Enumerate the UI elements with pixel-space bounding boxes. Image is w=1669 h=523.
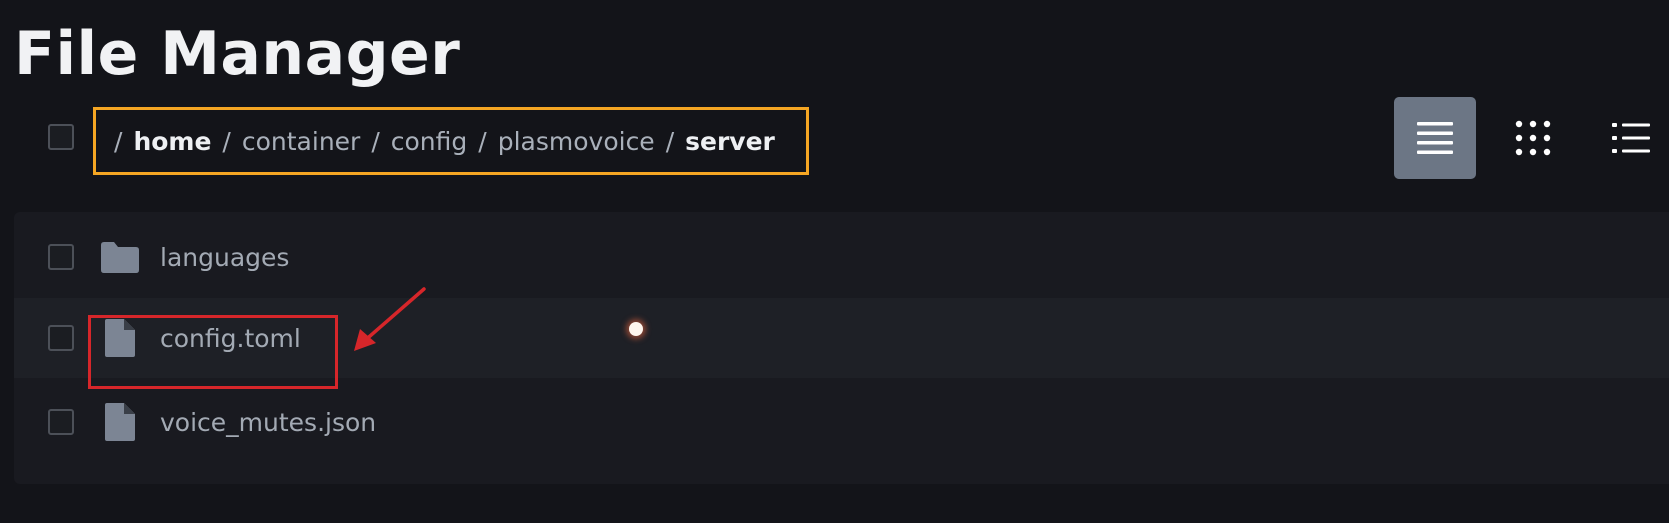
file-icon (98, 318, 142, 358)
file-row-voice-mutes-json[interactable]: voice_mutes.json (14, 382, 1669, 462)
breadcrumb-separator: / (371, 126, 380, 156)
breadcrumb-home[interactable]: home (133, 127, 211, 156)
bullet-list-view-button[interactable] (1590, 97, 1669, 179)
grid-view-button[interactable] (1492, 97, 1574, 179)
breadcrumb: / home / container / config / plasmovoic… (93, 107, 809, 175)
file-row-config-toml[interactable]: config.toml (14, 298, 1669, 378)
list-view-icon (1417, 122, 1453, 154)
row-checkbox[interactable] (48, 409, 74, 435)
breadcrumb-plasmovoice[interactable]: plasmovoice (498, 127, 655, 156)
page-title: File Manager (14, 19, 461, 89)
file-icon (98, 402, 142, 442)
file-row-languages[interactable]: languages (14, 217, 1669, 297)
breadcrumb-separator: / (114, 126, 123, 156)
view-mode-toggles (1394, 97, 1669, 179)
bullet-list-view-icon (1612, 123, 1650, 153)
folder-icon (98, 240, 142, 274)
breadcrumb-container[interactable]: container (242, 127, 360, 156)
file-list: languages config.toml voice_mutes.json (14, 212, 1669, 484)
file-name[interactable]: config.toml (160, 324, 301, 353)
file-name[interactable]: voice_mutes.json (160, 408, 376, 437)
mouse-cursor (629, 322, 643, 336)
row-checkbox[interactable] (48, 244, 74, 270)
file-name[interactable]: languages (160, 243, 289, 272)
list-view-button[interactable] (1394, 97, 1476, 179)
select-all-checkbox[interactable] (48, 124, 74, 150)
file-manager-page: File Manager / home / container / config… (0, 0, 1669, 523)
breadcrumb-config[interactable]: config (391, 127, 468, 156)
breadcrumb-server: server (685, 126, 775, 156)
breadcrumb-separator: / (478, 126, 487, 156)
grid-view-icon (1515, 120, 1551, 156)
breadcrumb-separator: / (665, 126, 675, 156)
breadcrumb-separator: / (222, 126, 231, 156)
row-checkbox[interactable] (48, 325, 74, 351)
annotation-arrow-icon (354, 287, 426, 351)
